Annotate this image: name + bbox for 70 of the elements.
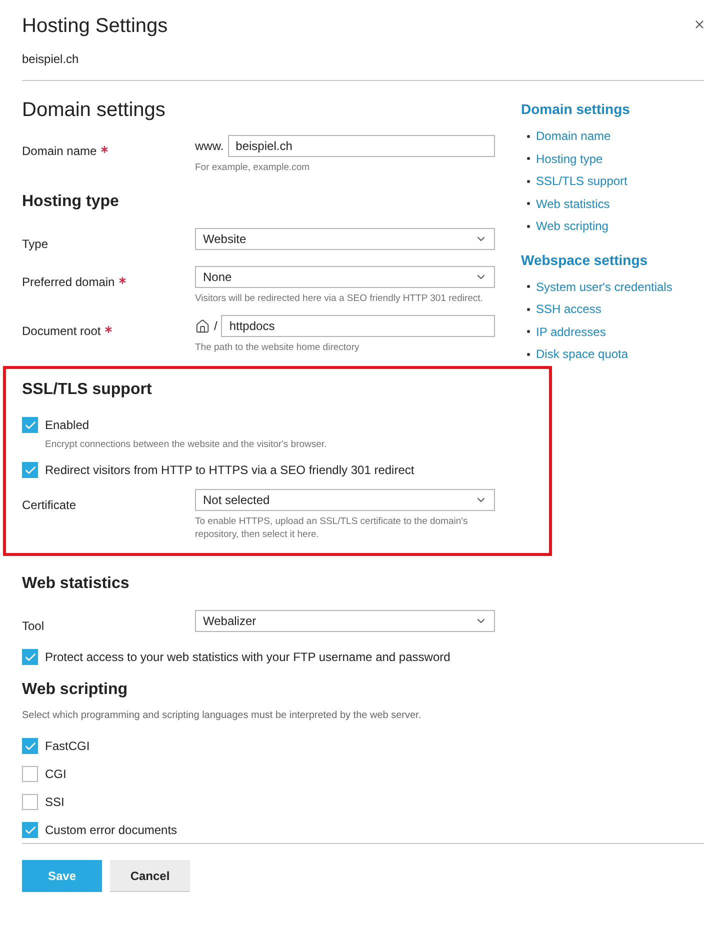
section-heading: Web statistics	[22, 574, 130, 594]
checkbox-label: FastCGI	[45, 738, 90, 755]
field-hint: For example, example.com	[195, 161, 311, 174]
check-icon	[24, 740, 36, 752]
check-icon	[24, 418, 36, 432]
nav-link[interactable]: Web statistics	[536, 194, 610, 213]
field-label: Document root	[22, 324, 101, 338]
checkbox-label: Enabled	[45, 417, 90, 434]
field-label: Type	[22, 237, 48, 251]
field-hint: The path to the website home directory	[195, 341, 360, 354]
close-button[interactable]	[693, 18, 706, 31]
checkbox[interactable]	[22, 794, 38, 810]
section-heading: Domain settings	[22, 98, 166, 123]
nav-link[interactable]: Domain name	[536, 127, 611, 146]
check-icon	[24, 824, 36, 836]
checkbox[interactable]	[22, 738, 38, 754]
field-hint: Encrypt connections between the website and the visitor's browser.	[45, 438, 328, 451]
select-field[interactable]: Website	[195, 228, 495, 250]
checkbox-label: Protect access to your web statistics with your FTP username and password	[45, 649, 450, 666]
checkbox[interactable]	[22, 766, 38, 782]
dialog-title: Hosting Settings	[22, 14, 168, 39]
checkbox-label: Custom error documents	[45, 822, 178, 839]
check-icon	[24, 464, 36, 476]
bullet-icon	[527, 330, 530, 334]
field-prefix: /	[214, 318, 218, 335]
section-description: Select which programming and scripting languages must be interpreted by the web server.	[22, 709, 422, 723]
bullet-icon	[527, 285, 530, 288]
save-button[interactable]: Save	[22, 860, 102, 892]
bullet-icon	[527, 134, 530, 138]
cancel-button[interactable]: Cancel	[110, 860, 190, 892]
field-label: Domain name	[22, 144, 97, 158]
field-hint: Visitors will be redirected here via a SEO friendly HTTP 301 redirect.	[195, 292, 484, 305]
nav-link[interactable]: SSL/TLS support	[536, 172, 628, 190]
nav-link[interactable]: Disk space quota	[536, 345, 628, 364]
field-label: Certificate	[22, 498, 76, 512]
field-label: Preferred domain	[22, 275, 115, 289]
checkbox-label: CGI	[45, 766, 66, 783]
section-heading: Hosting type	[22, 192, 120, 212]
checkbox-label: SSI	[45, 794, 64, 811]
section-heading: SSL/TLS support	[22, 380, 153, 400]
field-hint: To enable HTTPS, upload an SSL/TLS certificate to the domain's repository, then select it here.	[195, 515, 469, 541]
checkbox[interactable]	[22, 822, 38, 838]
text-field[interactable]: httpdocs	[221, 315, 495, 337]
checkbox-label: Redirect visitors from HTTP to HTTPS via a SEO friendly 301 redirect	[45, 462, 414, 479]
nav-link[interactable]: Hosting type	[536, 150, 603, 168]
checkbox[interactable]	[22, 649, 38, 665]
bullet-icon	[527, 352, 530, 356]
select-field[interactable]: Not selected	[195, 489, 495, 511]
text-field[interactable]: beispiel.ch	[228, 135, 495, 157]
home-icon	[195, 318, 210, 334]
select-field[interactable]: Webalizer	[195, 610, 495, 632]
nav-link[interactable]: System user's credentials	[536, 278, 672, 296]
nav-link[interactable]: IP addresses	[536, 322, 606, 341]
check-icon	[24, 650, 36, 664]
select-field[interactable]: None	[195, 266, 495, 288]
field-prefix: www.	[195, 138, 224, 155]
nav-heading[interactable]: Webspace settings	[521, 250, 696, 270]
section-heading: Web scripting	[22, 680, 128, 700]
checkbox[interactable]	[22, 417, 38, 433]
bullet-icon	[527, 308, 530, 311]
checkbox[interactable]	[22, 462, 38, 478]
nav-heading[interactable]: Domain settings	[521, 99, 696, 120]
nav-link[interactable]: SSH access	[536, 300, 602, 318]
bullet-icon	[527, 180, 530, 183]
bullet-icon	[527, 202, 530, 206]
nav-link[interactable]: Web scripting	[536, 217, 608, 236]
dialog-subtitle: beispiel.ch	[22, 51, 80, 68]
bullet-icon	[527, 157, 530, 160]
field-label: Tool	[22, 619, 44, 633]
bullet-icon	[527, 224, 530, 228]
